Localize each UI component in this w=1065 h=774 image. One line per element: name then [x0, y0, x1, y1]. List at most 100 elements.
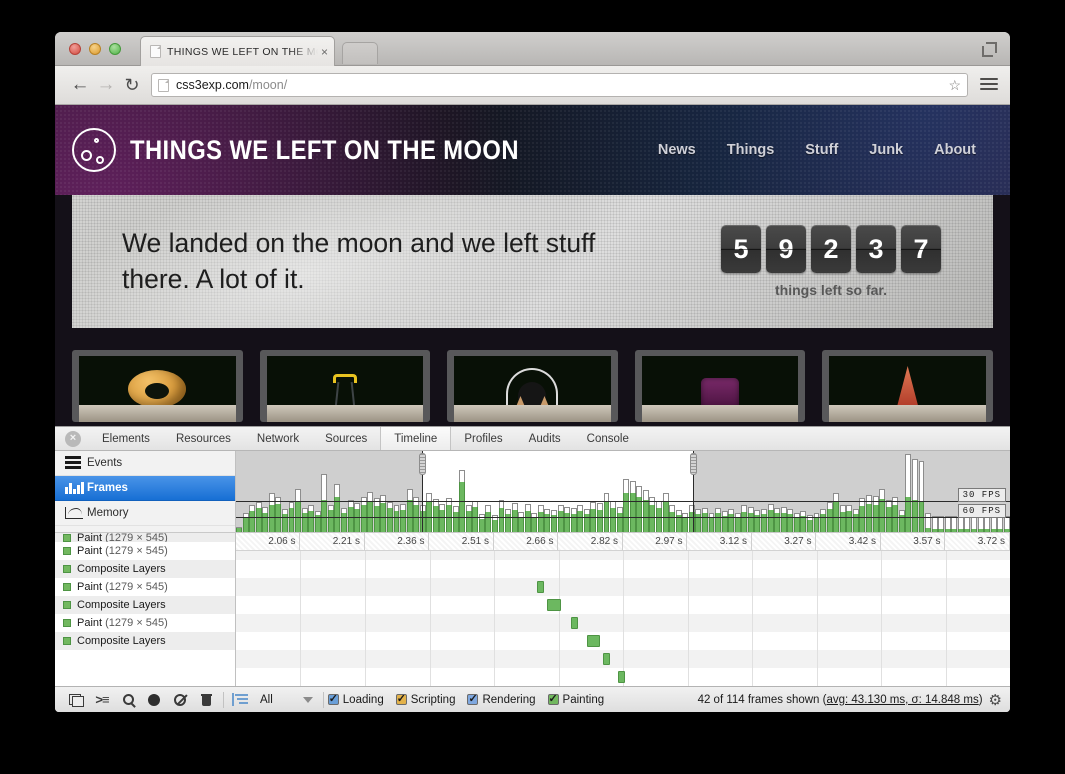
counter-digit: 2 — [811, 225, 851, 273]
devtools-tab-bar: × Elements Resources Network Sources Tim… — [55, 427, 1010, 451]
thumbnail-strip — [72, 350, 993, 422]
flamechart-icon[interactable] — [228, 690, 254, 710]
window-close-button[interactable] — [69, 43, 81, 55]
thumbnail-card[interactable] — [635, 350, 806, 422]
record-lane[interactable] — [236, 560, 1010, 578]
devtools-status-bar: >≡ All Loading — [55, 686, 1010, 712]
checkbox-scripting[interactable]: Scripting — [396, 694, 456, 706]
overview-left-handle[interactable] — [419, 453, 426, 475]
fps-60-label: 60 FPS — [958, 504, 1006, 518]
frame-bar — [676, 510, 682, 532]
record-row[interactable] — [55, 650, 235, 668]
fullscreen-icon[interactable] — [982, 42, 996, 56]
window-minimize-button[interactable] — [89, 43, 101, 55]
timeline-event-block[interactable] — [547, 599, 561, 611]
nav-item-things[interactable]: Things — [727, 142, 775, 158]
record-lane[interactable] — [236, 650, 1010, 668]
frame-bar — [407, 489, 413, 532]
sidebar-item-events[interactable]: Events — [55, 451, 235, 476]
record-lane[interactable] — [236, 551, 1010, 560]
tab-audits[interactable]: Audits — [516, 427, 574, 450]
address-bar[interactable]: css3exp.com/moon/ ☆ — [151, 73, 968, 97]
thumbnail-card[interactable] — [260, 350, 431, 422]
tab-profiles[interactable]: Profiles — [451, 427, 515, 450]
frame-bar — [919, 461, 925, 532]
dock-icon[interactable] — [63, 690, 89, 710]
overview-right-handle[interactable] — [690, 453, 697, 475]
record-row[interactable]: Paint (1279 × 545) — [55, 578, 235, 596]
frame-bar — [282, 509, 288, 532]
nav-item-stuff[interactable]: Stuff — [805, 142, 838, 158]
frame-stats-suffix: ) — [979, 694, 983, 706]
frame-stats-link[interactable]: avg: 43.130 ms, σ: 14.848 ms — [826, 694, 978, 706]
hero-banner: We landed on the moon and we left stuff … — [72, 195, 993, 328]
record-row[interactable]: Composite Layers — [55, 632, 235, 650]
sidebar-item-memory[interactable]: Memory — [55, 501, 235, 526]
record-detail: (1279 × 545) — [102, 533, 168, 542]
record-lane[interactable] — [236, 614, 1010, 632]
back-button[interactable]: ← — [67, 72, 93, 98]
sidebar-item-label: Events — [87, 457, 122, 469]
browser-tab[interactable]: THINGS WE LEFT ON THE MOON × — [140, 36, 335, 66]
record-lane[interactable] — [236, 632, 1010, 650]
frame-bar — [905, 454, 911, 532]
tab-console[interactable]: Console — [574, 427, 642, 450]
record-row[interactable]: Paint (1279 × 545) — [55, 542, 235, 560]
nav-item-about[interactable]: About — [934, 142, 976, 158]
frame-bar — [623, 479, 629, 532]
thumbnail-card[interactable] — [447, 350, 618, 422]
reload-button[interactable]: ↻ — [119, 72, 145, 98]
frame-bar — [630, 481, 636, 532]
record-row[interactable]: Composite Layers — [55, 596, 235, 614]
frame-bar — [820, 509, 826, 532]
thumbnail-card[interactable] — [72, 350, 243, 422]
sidebar-item-frames[interactable]: Frames — [55, 476, 235, 501]
record-row[interactable]: Composite Layers — [55, 560, 235, 578]
new-tab-button[interactable] — [342, 42, 378, 64]
checkbox-rendering[interactable]: Rendering — [467, 694, 535, 706]
record-lane[interactable] — [236, 668, 1010, 686]
timeline-event-block[interactable] — [587, 635, 600, 647]
record-lane[interactable] — [236, 578, 1010, 596]
checkbox-painting[interactable]: Painting — [548, 694, 605, 706]
console-icon[interactable]: >≡ — [89, 690, 115, 710]
search-icon[interactable] — [115, 690, 141, 710]
checkbox-loading[interactable]: Loading — [328, 694, 384, 706]
timeline-event-block[interactable] — [537, 581, 544, 593]
frame-bar — [308, 505, 314, 532]
record-row[interactable]: Paint (1279 × 545) — [55, 533, 235, 542]
timeline-event-block[interactable] — [603, 653, 610, 665]
record-row[interactable]: Paint (1279 × 545) — [55, 614, 235, 632]
tripod-object-icon — [333, 374, 357, 408]
tab-resources[interactable]: Resources — [163, 427, 244, 450]
checkbox-scripting-label: Scripting — [411, 694, 456, 706]
record-label: Composite Layers — [77, 599, 166, 611]
tab-sources[interactable]: Sources — [312, 427, 380, 450]
checkbox-painting-box — [548, 694, 559, 705]
record-lane[interactable] — [236, 596, 1010, 614]
window-maximize-button[interactable] — [109, 43, 121, 55]
tab-close-icon[interactable]: × — [318, 46, 328, 58]
clear-icon[interactable] — [167, 690, 193, 710]
timeline-event-block[interactable] — [618, 671, 625, 683]
frame-bar — [262, 507, 268, 532]
trash-icon[interactable] — [193, 690, 219, 710]
frame-bar — [899, 510, 905, 532]
counter-caption: things left so far. — [721, 282, 941, 298]
record-icon[interactable] — [141, 690, 167, 710]
nav-item-news[interactable]: News — [658, 142, 696, 158]
time-tick: 2.82 s — [559, 533, 623, 550]
timeline-event-block[interactable] — [571, 617, 578, 629]
menu-icon[interactable] — [980, 78, 998, 92]
bookmark-star-icon[interactable]: ☆ — [948, 77, 961, 94]
tab-timeline[interactable]: Timeline — [380, 427, 451, 450]
devtools-close-icon[interactable]: × — [65, 431, 81, 447]
gear-icon[interactable]: ⚙ — [989, 691, 1002, 709]
thumbnail-card[interactable] — [822, 350, 993, 422]
forward-button[interactable]: → — [93, 72, 119, 98]
tab-elements[interactable]: Elements — [89, 427, 163, 450]
nav-item-junk[interactable]: Junk — [869, 142, 903, 158]
tab-network[interactable]: Network — [244, 427, 312, 450]
frames-overview-chart[interactable]: 30 FPS 60 FPS — [236, 451, 1010, 532]
filter-select[interactable]: All — [254, 694, 319, 706]
